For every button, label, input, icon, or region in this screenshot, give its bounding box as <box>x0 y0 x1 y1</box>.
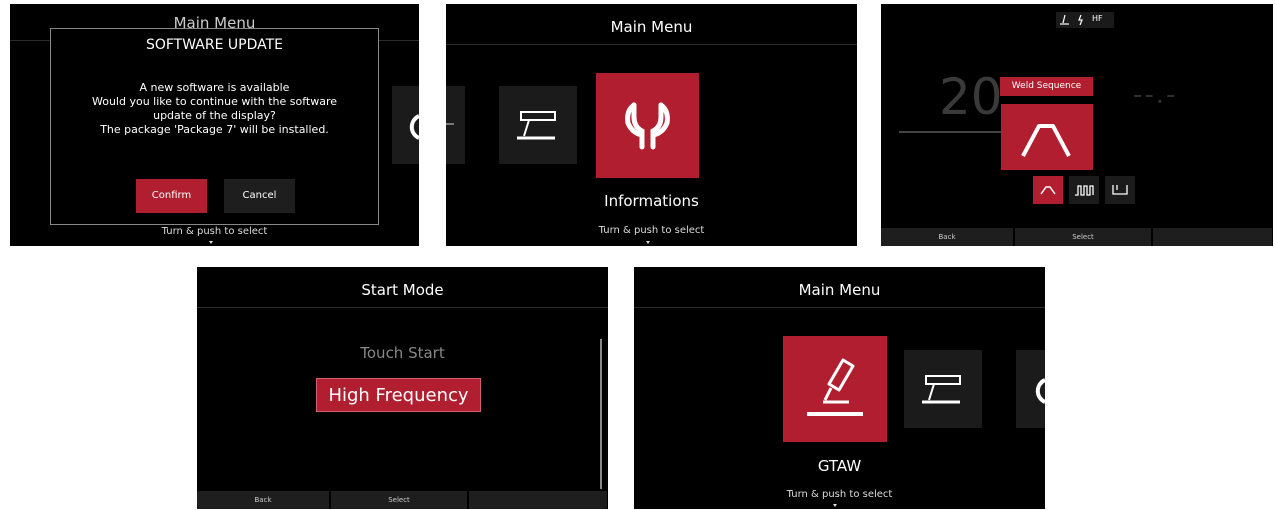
scrollbar[interactable] <box>600 339 602 489</box>
turn-push-hint: Turn & push to select <box>786 489 893 500</box>
down-arrow-icon <box>833 504 837 507</box>
sequence-option-slope[interactable] <box>1033 176 1063 204</box>
weld-sequence-main-tile[interactable] <box>1001 104 1093 170</box>
title-divider <box>197 307 608 308</box>
down-arrow-icon <box>209 241 213 244</box>
selected-menu-label: Informations <box>604 192 699 210</box>
big-value: 20 <box>939 68 1003 126</box>
selected-menu-label: GTAW <box>817 457 862 475</box>
down-arrow-icon <box>646 241 650 244</box>
screen-start-mode: Start Mode Touch Start High Frequency Ba… <box>197 267 608 509</box>
screen-main-menu-informations: Main Menu Informations Turn & push to se… <box>446 4 857 246</box>
screen-weld-sequence: HF 20 --.- Weld Sequence Back Select <box>881 4 1273 246</box>
screen-software-update: Main Menu SOFTWARE UPDATE A new software… <box>10 4 419 246</box>
option-high-frequency[interactable]: High Frequency <box>316 378 481 412</box>
turn-push-hint: Turn & push to select <box>161 226 268 237</box>
menu-tile-partial <box>1016 350 1045 428</box>
weld-sequence-icon <box>1021 124 1071 157</box>
screen-title: Main Menu <box>610 18 693 36</box>
back-button[interactable]: Back <box>881 228 1014 246</box>
slope-icon <box>1040 186 1056 195</box>
pulse-icon <box>1075 185 1094 196</box>
menu-tile-gtaw[interactable] <box>783 336 887 442</box>
footer-bar: Back Select <box>197 491 608 509</box>
dialog-title: SOFTWARE UPDATE <box>145 37 284 53</box>
software-update-dialog: SOFTWARE UPDATE A new software is availa… <box>50 28 379 225</box>
gauge-icon <box>1035 378 1045 404</box>
status-icons <box>1060 14 1083 26</box>
confirm-button[interactable]: Confirm <box>136 179 207 213</box>
torch-holder-icon <box>517 111 556 140</box>
hf-status-label: HF <box>1092 14 1103 23</box>
torch-holder-icon <box>922 375 961 404</box>
status-bar: HF <box>1056 12 1114 28</box>
weld-sequence-tooltip: Weld Sequence <box>1000 77 1093 96</box>
dialog-line: The package 'Package 7' will be installe… <box>100 123 329 136</box>
sequence-option-pulse[interactable] <box>1069 176 1099 204</box>
option-touch-start[interactable]: Touch Start <box>197 344 608 362</box>
dialog-line: update of the display? <box>153 109 276 122</box>
gtaw-torch-icon <box>807 358 863 416</box>
empty-footer-cell <box>469 491 608 509</box>
dialog-line: Would you like to continue with the soft… <box>91 95 338 108</box>
screen-main-menu-gtaw: Main Menu GTAW Turn & push to select <box>634 267 1045 509</box>
turn-push-hint: Turn & push to select <box>598 225 705 236</box>
title-divider <box>634 307 1045 308</box>
dialog-message: A new software is available Would you li… <box>51 81 378 137</box>
value-dashes: --.- <box>1133 80 1178 110</box>
footer-bar: Back Select <box>881 228 1273 246</box>
wrench-icon <box>625 102 670 150</box>
menu-tile-torch[interactable] <box>904 350 982 428</box>
back-button[interactable]: Back <box>197 491 330 509</box>
gauge-icon <box>409 114 419 140</box>
menu-tile-torch[interactable] <box>499 86 577 164</box>
title-divider <box>446 44 857 45</box>
menu-tile-informations[interactable] <box>596 73 699 178</box>
select-button[interactable]: Select <box>331 491 468 509</box>
sequence-option-spot[interactable] <box>1105 176 1135 204</box>
cancel-button[interactable]: Cancel <box>224 179 295 213</box>
screen-title: Start Mode <box>361 281 444 299</box>
spot-icon <box>1112 185 1128 195</box>
empty-footer-cell <box>1153 228 1273 246</box>
select-button[interactable]: Select <box>1015 228 1152 246</box>
menu-tile-partial-left <box>446 86 465 164</box>
screen-title: Main Menu <box>798 281 881 299</box>
partial-icon <box>446 123 454 125</box>
menu-tile-partial <box>392 86 419 164</box>
dialog-line: A new software is available <box>139 81 290 94</box>
